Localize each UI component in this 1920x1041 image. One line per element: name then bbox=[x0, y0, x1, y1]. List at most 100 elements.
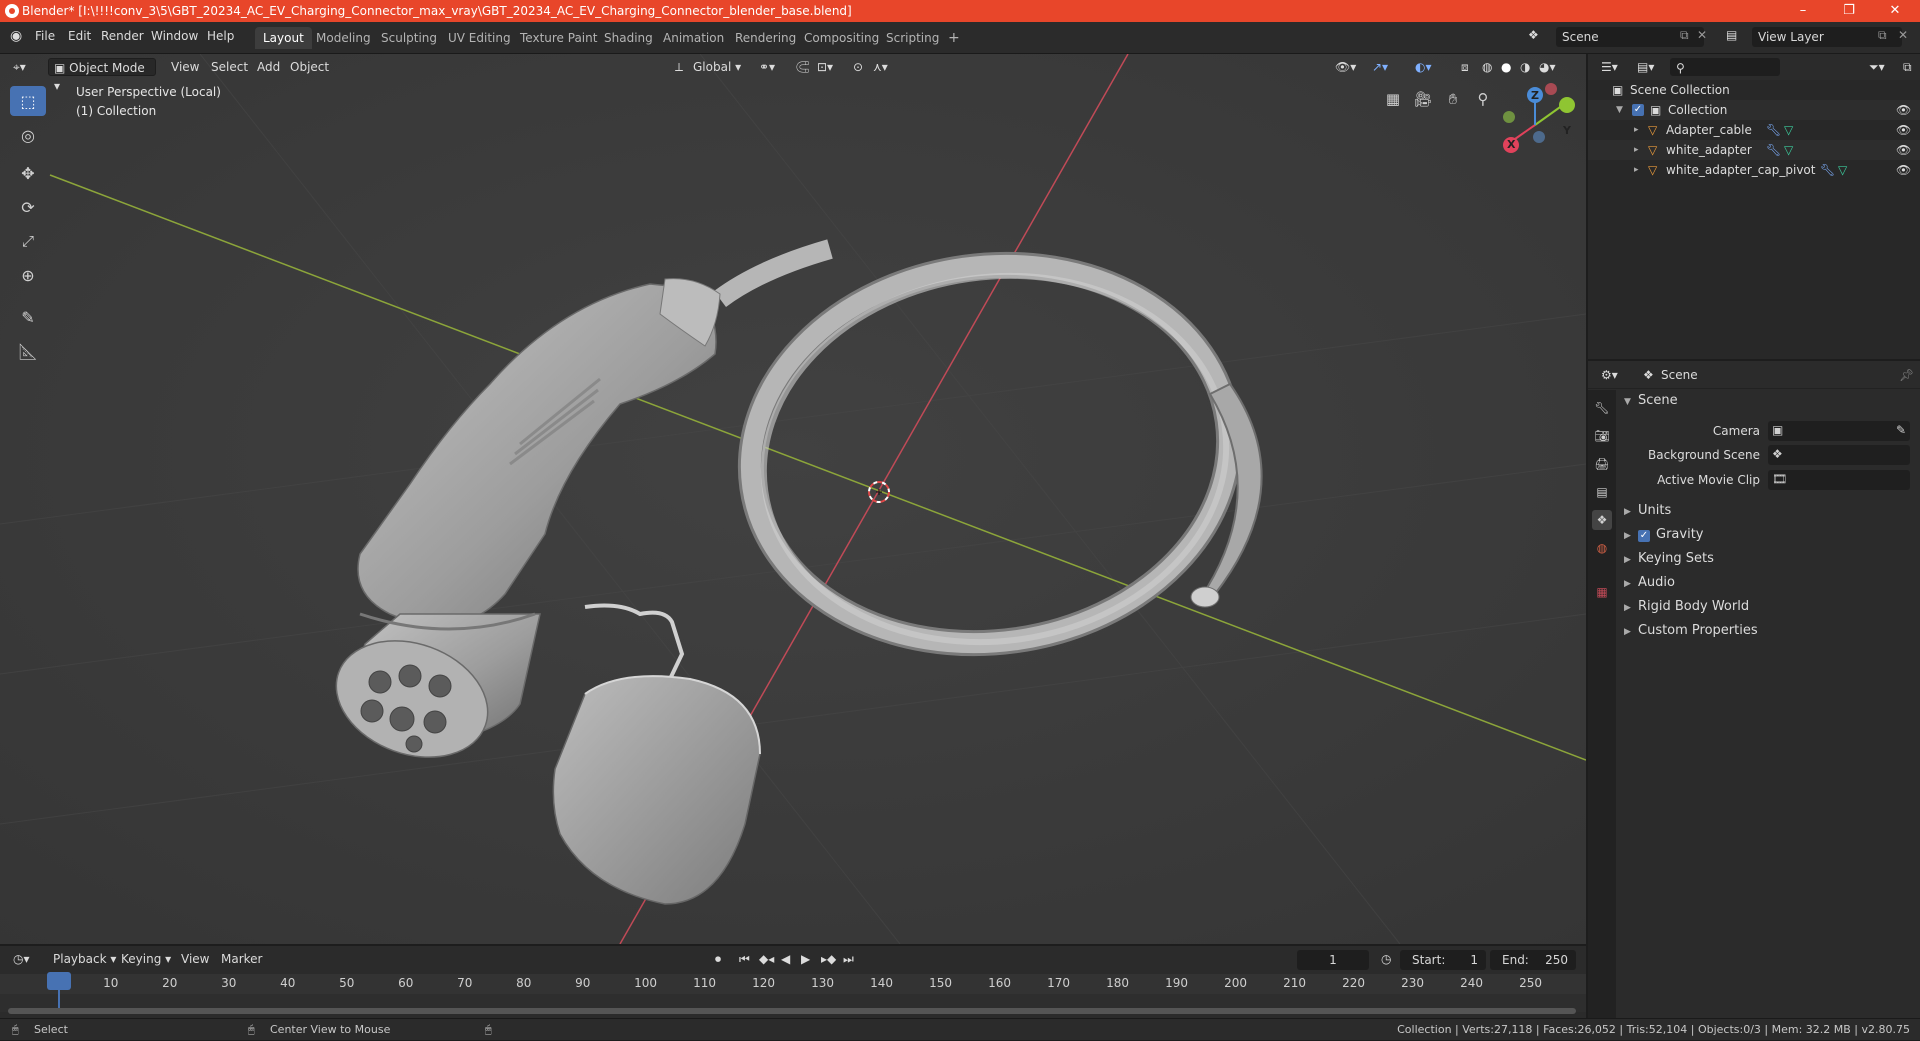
xray-icon[interactable]: ⧈ bbox=[1456, 58, 1474, 76]
menu-add[interactable]: Add bbox=[252, 58, 285, 76]
start-frame-field[interactable]: Start: 1 bbox=[1400, 950, 1486, 970]
menu-render[interactable]: Render bbox=[101, 29, 144, 43]
orientation-icon[interactable]: ⟂ bbox=[670, 58, 688, 76]
gizmo-y-label[interactable]: Y bbox=[1563, 124, 1571, 137]
pan-view-icon[interactable]: ✋︎ bbox=[1441, 87, 1465, 111]
move-tool[interactable]: ✥ bbox=[10, 158, 46, 188]
delete-scene-icon[interactable]: ✕ bbox=[1697, 28, 1707, 42]
timeline-scrollbar[interactable] bbox=[8, 1008, 1576, 1014]
measure-tool[interactable]: 📐︎ bbox=[10, 336, 46, 366]
tab-modeling[interactable]: Modeling bbox=[308, 27, 379, 49]
output-tab-icon[interactable]: 🖨︎ bbox=[1592, 454, 1612, 474]
solid-shading-icon[interactable]: ● bbox=[1496, 58, 1516, 76]
camera-field[interactable]: ▣ ✎ bbox=[1768, 421, 1910, 441]
play-reverse-icon[interactable]: ◀ bbox=[776, 950, 795, 968]
minimize-button[interactable]: – bbox=[1780, 0, 1826, 22]
rigid-body-panel-header[interactable]: ▶ Rigid Body World bbox=[1620, 596, 1916, 618]
keying-sets-panel-header[interactable]: ▶ Keying Sets bbox=[1620, 548, 1916, 570]
expand-arrow-icon[interactable]: ▸ bbox=[1634, 120, 1639, 140]
modifier-wrench-icon[interactable]: 🔧︎ bbox=[1820, 160, 1835, 180]
gravity-panel-header[interactable]: ▶ ✓ Gravity bbox=[1620, 524, 1916, 546]
visibility-eye-icon[interactable]: 👁︎ bbox=[1896, 140, 1911, 160]
object-visibility-icon[interactable]: 👁︎▾ bbox=[1330, 58, 1361, 76]
mesh-data-icon[interactable]: ▽ bbox=[1784, 140, 1793, 160]
wireframe-shading-icon[interactable]: ◍ bbox=[1477, 58, 1497, 76]
units-panel-header[interactable]: ▶ Units bbox=[1620, 500, 1916, 522]
jump-end-icon[interactable]: ⏭ bbox=[838, 950, 859, 968]
outliner-search-input[interactable]: ⚲ bbox=[1670, 58, 1780, 76]
menu-file[interactable]: File bbox=[35, 29, 55, 43]
audio-panel-header[interactable]: ▶ Audio bbox=[1620, 572, 1916, 594]
timeline-editor-type-icon[interactable]: ◷▾ bbox=[8, 950, 35, 968]
tab-uv-editing[interactable]: UV Editing bbox=[440, 27, 519, 49]
gravity-checkbox[interactable]: ✓ bbox=[1638, 530, 1650, 542]
tab-scripting[interactable]: Scripting bbox=[878, 27, 947, 49]
outliner-editor-type-icon[interactable]: ☰▾ bbox=[1596, 58, 1623, 76]
show-overlays-icon[interactable]: ◐▾ bbox=[1410, 58, 1437, 76]
visibility-eye-icon[interactable]: 👁︎ bbox=[1896, 160, 1911, 180]
transform-tool[interactable]: ⊕ bbox=[10, 260, 46, 290]
scale-tool[interactable]: ⤢ bbox=[10, 226, 46, 256]
render-tab-icon[interactable]: 📷︎ bbox=[1592, 426, 1612, 446]
remove-view-layer-icon[interactable]: ✕ bbox=[1898, 28, 1908, 42]
texture-tab-icon[interactable]: ▦ bbox=[1592, 582, 1612, 602]
properties-editor-type-icon[interactable]: ⚙▾ bbox=[1596, 366, 1623, 384]
tool-tab-icon[interactable]: 🔧︎ bbox=[1592, 398, 1612, 418]
menu-edit[interactable]: Edit bbox=[68, 29, 91, 43]
view-layer-browse-icon[interactable]: ▤ bbox=[1726, 28, 1737, 42]
new-scene-icon[interactable]: ⧉ bbox=[1680, 28, 1689, 43]
camera-view-icon[interactable]: 🎥︎ bbox=[1411, 87, 1435, 111]
material-shading-icon[interactable]: ◑ bbox=[1515, 58, 1535, 76]
menu-view[interactable]: View bbox=[166, 58, 204, 76]
tab-rendering[interactable]: Rendering bbox=[727, 27, 804, 49]
tab-compositing[interactable]: Compositing bbox=[796, 27, 887, 49]
modifier-wrench-icon[interactable]: 🔧︎ bbox=[1766, 120, 1781, 140]
new-collection-icon[interactable]: ⧉ bbox=[1898, 58, 1917, 76]
cursor-tool[interactable]: ◎ bbox=[10, 120, 46, 150]
mesh-data-icon[interactable]: ▽ bbox=[1838, 160, 1847, 180]
outliner-row-object[interactable]: ▸ ▽ white_adapter 🔧︎ ▽ 👁︎ bbox=[1588, 140, 1920, 160]
current-frame-field[interactable]: 1 bbox=[1297, 950, 1369, 970]
rotate-tool[interactable]: ⟳ bbox=[10, 192, 46, 222]
scene-browse-icon[interactable]: ❖ bbox=[1528, 28, 1539, 42]
falloff-icon[interactable]: ⋏▾ bbox=[868, 58, 893, 76]
keying-dropdown[interactable]: Keying ▾ bbox=[116, 950, 176, 968]
outliner-row-object[interactable]: ▸ ▽ white_adapter_cap_pivot 🔧︎ ▽ 👁︎ bbox=[1588, 160, 1920, 180]
menu-select[interactable]: Select bbox=[206, 58, 253, 76]
menu-object[interactable]: Object bbox=[285, 58, 334, 76]
toggle-grid-icon[interactable]: ▦ bbox=[1381, 87, 1405, 111]
editor-type-icon[interactable]: ⌖▾ bbox=[8, 58, 31, 76]
record-icon[interactable]: ⏺ bbox=[710, 950, 726, 968]
scene-panel-header[interactable]: ▼ Scene bbox=[1620, 390, 1916, 412]
playhead-frame-indicator[interactable] bbox=[47, 972, 71, 990]
proportional-edit-icon[interactable]: ⊙ bbox=[848, 58, 868, 76]
modifier-wrench-icon[interactable]: 🔧︎ bbox=[1766, 140, 1781, 160]
menu-marker[interactable]: Marker bbox=[216, 950, 267, 968]
mesh-data-icon[interactable]: ▽ bbox=[1784, 120, 1793, 140]
menu-window[interactable]: Window bbox=[151, 29, 198, 43]
clock-icon[interactable]: ◷ bbox=[1376, 950, 1396, 968]
menu-help[interactable]: Help bbox=[207, 29, 234, 43]
gizmo-x-label[interactable]: X bbox=[1507, 138, 1515, 151]
expand-arrow-icon[interactable]: ▸ bbox=[1634, 160, 1639, 180]
pin-icon[interactable]: 📌︎ bbox=[1894, 366, 1919, 384]
outliner-row-object[interactable]: ▸ ▽ Adapter_cable 🔧︎ ▽ 👁︎ bbox=[1588, 120, 1920, 140]
tab-sculpting[interactable]: Sculpting bbox=[373, 27, 445, 49]
jump-start-icon[interactable]: ⏮ bbox=[734, 950, 755, 968]
object-mode-dropdown[interactable]: ▣ Object Mode ▾ bbox=[48, 58, 156, 93]
world-tab-icon[interactable]: ◍ bbox=[1592, 538, 1612, 558]
outliner-row-collection[interactable]: ▼ ✓ ▣ Collection 👁︎ bbox=[1588, 100, 1920, 120]
menu-timeline-view[interactable]: View bbox=[176, 950, 214, 968]
close-button[interactable]: ✕ bbox=[1872, 0, 1918, 22]
eyedropper-icon[interactable]: ✎ bbox=[1896, 423, 1906, 437]
tab-texture-paint[interactable]: Texture Paint bbox=[512, 27, 605, 49]
visibility-eye-icon[interactable]: 👁︎ bbox=[1896, 100, 1911, 120]
3d-viewport[interactable]: X Y Z User Perspective (Local) (1) Colle… bbox=[0, 54, 1586, 944]
annotate-tool[interactable]: ✎ bbox=[10, 302, 46, 332]
blender-menu-icon[interactable]: ◉ bbox=[10, 28, 22, 44]
pivot-point-icon[interactable]: ⚭▾ bbox=[754, 58, 780, 76]
rendered-shading-icon[interactable]: ◕▾ bbox=[1534, 58, 1561, 76]
maximize-button[interactable]: ❐ bbox=[1826, 0, 1872, 22]
expand-arrow-icon[interactable]: ▼ bbox=[1616, 100, 1623, 120]
zoom-view-icon[interactable]: ⚲ bbox=[1471, 87, 1495, 111]
